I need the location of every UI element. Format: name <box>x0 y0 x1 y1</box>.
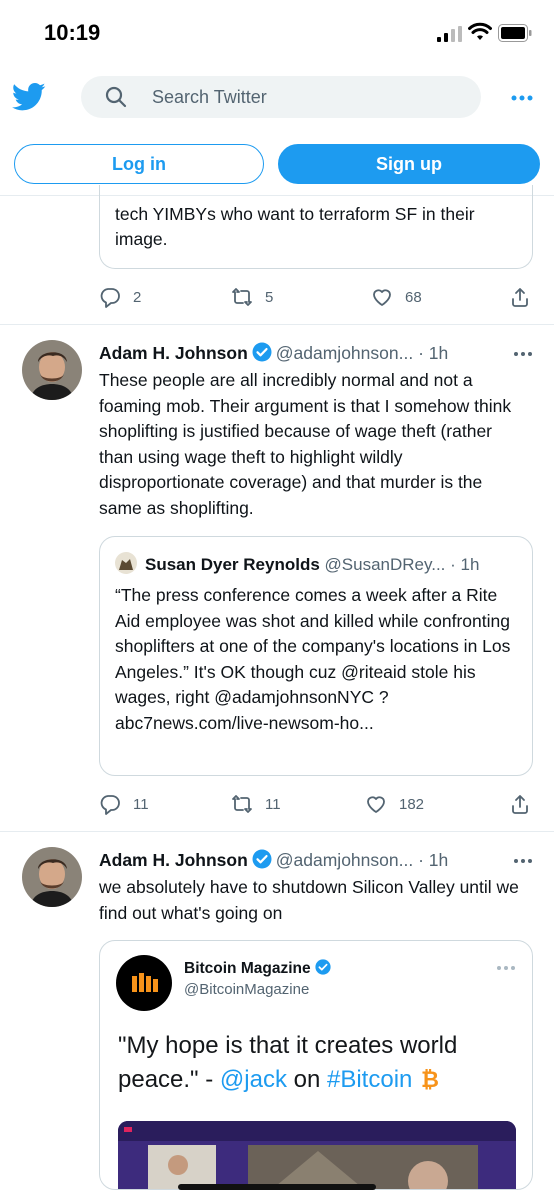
login-button[interactable]: Log in <box>14 144 264 184</box>
share-button[interactable] <box>509 284 531 310</box>
bitcoin-magazine-logo <box>116 955 172 1011</box>
more-options-icon[interactable] <box>513 351 533 357</box>
embedded-tweet-card[interactable]: Bitcoin Magazine @BitcoinMagazine "My ho… <box>99 940 533 1190</box>
author-name[interactable]: Adam H. Johnson <box>99 343 248 363</box>
tweet-actions: 11 11 182 <box>99 791 539 817</box>
card-author-handle: @BitcoinMagazine <box>184 981 310 998</box>
reply-icon <box>100 795 120 815</box>
retweet-icon <box>232 795 252 813</box>
tweet-actions: 2 5 68 <box>99 284 539 310</box>
more-options-icon[interactable] <box>513 858 533 864</box>
retweet-button[interactable]: 11 <box>231 791 281 817</box>
more-options-icon[interactable] <box>496 965 516 971</box>
quoted-tweet-card[interactable]: tech YIMBYs who want to terraform SF in … <box>99 185 533 269</box>
search-placeholder: Search Twitter <box>152 87 267 107</box>
divider <box>0 324 554 325</box>
avatar-image <box>22 340 82 400</box>
author-handle[interactable]: @adamjohnson... <box>276 343 413 363</box>
reply-count: 2 <box>133 288 142 306</box>
quoted-author-name: Susan Dyer Reynolds <box>145 555 320 574</box>
author-name[interactable]: Adam H. Johnson <box>99 850 248 870</box>
quoted-author-handle: @SusanDRey... <box>324 555 446 574</box>
share-button[interactable] <box>509 791 531 817</box>
heart-icon <box>373 289 391 306</box>
card-quote-text: "My hope is that it creates world peace.… <box>118 1032 458 1093</box>
divider <box>0 831 554 832</box>
card-author-name: Bitcoin Magazine <box>184 959 331 978</box>
reply-count: 11 <box>133 795 149 813</box>
more-options-icon[interactable] <box>511 94 533 102</box>
like-count: 68 <box>405 288 422 306</box>
battery-icon <box>498 24 532 42</box>
cellular-signal-icon <box>437 26 462 42</box>
tweet-header: Adam H. Johnson @adamjohnson... · 1h <box>99 849 539 873</box>
like-button[interactable]: 68 <box>371 284 422 310</box>
tweet-time[interactable]: · 1h <box>418 343 448 363</box>
quoted-author-avatar <box>115 552 137 574</box>
search-input[interactable]: Search Twitter <box>81 76 481 118</box>
like-button[interactable]: 182 <box>365 791 424 817</box>
bitcoin-icon: ₿ <box>421 1068 439 1090</box>
quoted-tweet-card[interactable]: Susan Dyer Reynolds @SusanDRey... · 1h “… <box>99 536 533 776</box>
retweet-icon <box>232 288 252 306</box>
status-time: 10:19 <box>44 20 101 45</box>
heart-icon <box>367 796 385 813</box>
home-indicator <box>178 1184 376 1190</box>
status-bar: 10:19 <box>0 0 554 66</box>
quoted-tweet-header: Susan Dyer Reynolds @SusanDRey... · 1h <box>115 552 519 576</box>
reply-icon <box>100 288 120 308</box>
verified-badge-icon <box>252 342 272 362</box>
reply-button[interactable]: 2 <box>99 284 141 310</box>
author-handle[interactable]: @adamjohnson... <box>276 850 413 870</box>
tweet-time[interactable]: · 1h <box>418 850 448 870</box>
share-icon <box>512 288 528 307</box>
like-count: 182 <box>399 795 425 813</box>
avatar[interactable] <box>22 847 82 907</box>
tweet-text: These people are all incredibly normal a… <box>99 370 512 518</box>
mention-link[interactable]: @jack <box>220 1066 287 1093</box>
video-thumbnail[interactable] <box>118 1121 516 1189</box>
quoted-tweet-time: · 1h <box>450 555 480 574</box>
verified-badge-icon <box>252 849 272 869</box>
search-icon <box>105 86 127 108</box>
share-icon <box>512 795 528 814</box>
avatar-image <box>22 847 82 907</box>
verified-badge-icon <box>315 959 331 975</box>
quoted-tweet-text: “The press conference comes a week after… <box>115 585 511 733</box>
svg-text:₿: ₿ <box>421 1068 439 1090</box>
retweet-count: 5 <box>265 288 274 306</box>
signup-button[interactable]: Sign up <box>278 144 540 184</box>
quoted-tweet-text: tech YIMBYs who want to terraform SF in … <box>115 204 475 249</box>
top-header: Search Twitter <box>0 66 554 128</box>
avatar[interactable] <box>22 340 82 400</box>
retweet-count: 11 <box>265 795 281 813</box>
retweet-button[interactable]: 5 <box>231 284 273 310</box>
twitter-bird-icon[interactable] <box>12 82 46 112</box>
tweet-text: we absolutely have to shutdown Silicon V… <box>99 877 519 923</box>
hashtag-link[interactable]: #Bitcoin <box>327 1066 412 1093</box>
reply-button[interactable]: 11 <box>99 791 149 817</box>
wifi-icon <box>468 22 492 40</box>
tweet-header: Adam H. Johnson @adamjohnson... · 1h <box>99 342 539 366</box>
